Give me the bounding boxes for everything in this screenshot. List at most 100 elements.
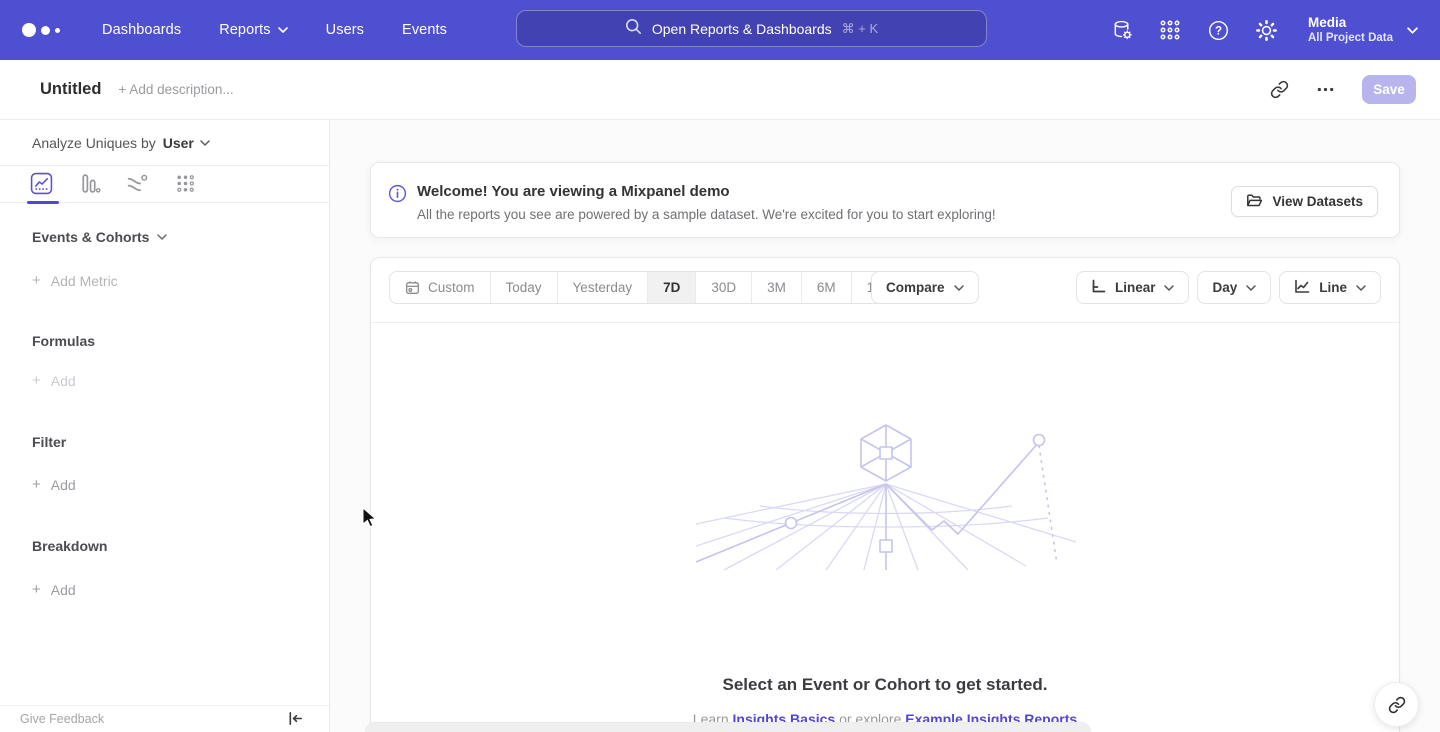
more-options-icon[interactable] (1316, 80, 1336, 100)
filter-section: Filter + Add (0, 434, 329, 493)
apps-grid-icon[interactable] (1158, 18, 1182, 42)
chart-type-tab-bar[interactable] (78, 172, 102, 196)
collapse-sidebar-icon[interactable] (287, 710, 305, 728)
scale-dropdown[interactable]: Linear (1076, 271, 1190, 304)
nav-events[interactable]: Events (402, 22, 447, 38)
data-management-icon[interactable] (1110, 18, 1134, 42)
search-placeholder: Open Reports & Dashboards (652, 21, 832, 37)
svg-text:?: ? (1214, 25, 1221, 37)
filter-header: Filter (32, 434, 329, 450)
chart-type-dropdown[interactable]: Line (1279, 271, 1381, 304)
chevron-down-icon (157, 234, 167, 240)
range-7d[interactable]: 7D (648, 272, 696, 303)
report-header-actions: Save (1270, 75, 1416, 104)
chevron-down-icon (1407, 27, 1418, 34)
project-switcher[interactable]: Media All Project Data (1308, 14, 1418, 46)
range-3m[interactable]: 3M (752, 272, 802, 303)
empty-state-illustration (696, 420, 1076, 577)
give-feedback-link[interactable]: Give Feedback (20, 712, 104, 726)
analyze-value: User (163, 135, 194, 151)
formulas-label: Formulas (32, 333, 95, 349)
events-cohorts-header[interactable]: Events & Cohorts (32, 229, 329, 245)
chart-type-tab-flow[interactable] (126, 172, 150, 196)
axis-icon (1091, 279, 1106, 297)
nav-events-label: Events (402, 22, 447, 38)
banner-subtitle: All the reports you see are powered by a… (417, 207, 996, 222)
help-icon[interactable]: ? (1206, 18, 1230, 42)
report-description-placeholder[interactable]: + Add description... (118, 82, 233, 97)
formulas-header: Formulas (32, 333, 329, 349)
breakdown-section: Breakdown + Add (0, 538, 329, 598)
add-formula-label: Add (51, 373, 76, 389)
folder-icon (1246, 193, 1263, 211)
nav-right-group: ? Media All Project Data (1110, 0, 1418, 60)
range-yesterday[interactable]: Yesterday (558, 272, 649, 303)
view-datasets-button[interactable]: View Datasets (1231, 186, 1378, 217)
copy-link-icon[interactable] (1270, 80, 1290, 100)
formulas-section: Formulas + Add (0, 333, 329, 389)
chevron-down-icon (1164, 285, 1174, 291)
empty-state-title: Select an Event or Cohort to get started… (371, 675, 1399, 695)
chart-type-label: Line (1319, 280, 1347, 295)
chevron-down-icon (278, 27, 288, 33)
interval-dropdown[interactable]: Day (1197, 271, 1271, 304)
line-chart-icon (1294, 279, 1310, 297)
project-scope: All Project Data (1308, 31, 1393, 46)
nav-users[interactable]: Users (326, 22, 364, 38)
info-icon (388, 184, 407, 208)
date-range-control: CustomTodayYesterday7D30D3M6M12M (389, 271, 909, 304)
global-search-input[interactable]: Open Reports & Dashboards ⌘ + K (516, 10, 987, 47)
add-filter-label: Add (51, 477, 76, 493)
share-link-fab[interactable] (1374, 682, 1419, 727)
plus-icon: + (32, 272, 41, 289)
main-content: Welcome! You are viewing a Mixpanel demo… (331, 120, 1440, 732)
nav-reports[interactable]: Reports (219, 22, 287, 38)
analyze-label: Analyze Uniques by (32, 135, 156, 151)
logo-dot-medium (41, 26, 50, 35)
range-30d[interactable]: 30D (696, 272, 752, 303)
breakdown-label: Breakdown (32, 538, 107, 554)
range-label: Yesterday (573, 280, 633, 295)
chevron-down-icon (200, 140, 210, 146)
chart-type-tabs (0, 166, 329, 203)
search-icon (625, 18, 642, 40)
add-metric-button[interactable]: + Add Metric (32, 272, 329, 289)
analyze-value-dropdown[interactable]: User (163, 135, 210, 151)
nav-users-label: Users (326, 22, 364, 38)
mixpanel-logo[interactable] (22, 23, 68, 37)
analyze-uniques-row: Analyze Uniques by User (0, 120, 329, 166)
range-custom[interactable]: Custom (390, 272, 491, 303)
chevron-down-icon (1356, 285, 1366, 291)
report-toolbar: CustomTodayYesterday7D30D3M6M12M Compare… (371, 258, 1399, 323)
query-builder-sidebar: Analyze Uniques by User (0, 120, 330, 732)
demo-welcome-banner: Welcome! You are viewing a Mixpanel demo… (370, 162, 1400, 238)
settings-gear-icon[interactable] (1254, 18, 1278, 42)
filter-label: Filter (32, 434, 66, 450)
range-label: 7D (663, 280, 680, 295)
add-filter-button[interactable]: + Add (32, 476, 329, 493)
events-cohorts-section: Events & Cohorts + Add Metric (0, 229, 329, 289)
chart-type-tab-matrix[interactable] (174, 172, 198, 196)
breakdown-header: Breakdown (32, 538, 329, 554)
search-shortcut: ⌘ + K (842, 21, 879, 37)
range-today[interactable]: Today (491, 272, 558, 303)
range-label: 30D (711, 280, 736, 295)
range-6m[interactable]: 6M (802, 272, 852, 303)
chart-display-controls: Linear Day Line (1076, 271, 1381, 304)
nav-dashboards-label: Dashboards (102, 22, 181, 38)
save-button[interactable]: Save (1362, 75, 1416, 104)
compare-dropdown[interactable]: Compare (871, 271, 979, 304)
selected-tab-indicator (27, 201, 59, 204)
range-label: 6M (817, 280, 836, 295)
view-datasets-label: View Datasets (1272, 194, 1363, 209)
chart-type-tab-line[interactable] (30, 172, 54, 196)
events-cohorts-label: Events & Cohorts (32, 229, 149, 245)
scale-label: Linear (1115, 280, 1156, 295)
add-breakdown-button[interactable]: + Add (32, 581, 329, 598)
plus-icon: + (32, 581, 41, 598)
plus-icon: + (32, 476, 41, 493)
report-title[interactable]: Untitled (40, 80, 101, 99)
primary-nav: Dashboards Reports Users Events (102, 22, 447, 38)
add-formula-button[interactable]: + Add (32, 372, 329, 389)
nav-dashboards[interactable]: Dashboards (102, 22, 181, 38)
